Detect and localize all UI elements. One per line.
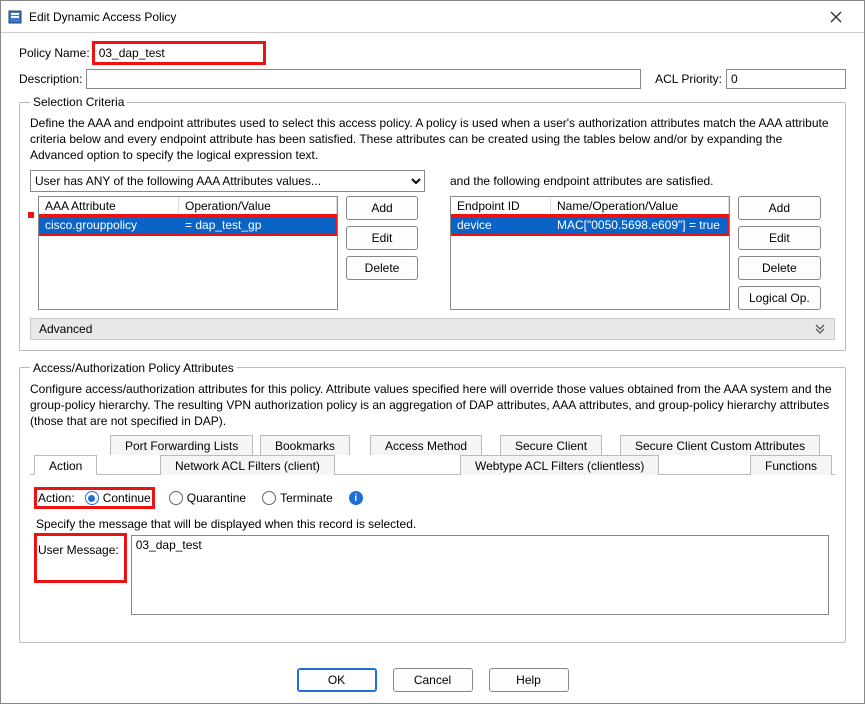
selection-criteria-legend: Selection Criteria xyxy=(30,95,127,109)
acl-priority-label: ACL Priority: xyxy=(655,72,722,86)
policy-name-row: Policy Name: xyxy=(19,43,846,63)
radio-quarantine-label: Quarantine xyxy=(187,491,246,505)
endpoint-delete-button[interactable]: Delete xyxy=(738,256,821,280)
aaa-button-col: Add Edit Delete xyxy=(346,196,418,280)
ep-cell-val: MAC["0050.5698.e609"] = true xyxy=(551,216,729,234)
aaa-delete-button[interactable]: Delete xyxy=(346,256,418,280)
app-icon xyxy=(7,9,23,25)
aaa-cell-op: = dap_test_gp xyxy=(179,216,337,234)
advanced-label: Advanced xyxy=(39,322,92,336)
radio-terminate-label: Terminate xyxy=(280,491,333,505)
endpoint-add-button[interactable]: Add xyxy=(738,196,821,220)
policy-description: Configure access/authorization attribute… xyxy=(30,381,835,430)
window-title: Edit Dynamic Access Policy xyxy=(29,10,816,24)
user-message-label: User Message: xyxy=(38,543,119,557)
endpoint-table-area: Endpoint ID Name/Operation/Value device … xyxy=(450,196,835,310)
aaa-attribute-table[interactable]: AAA Attribute Operation/Value cisco.grou… xyxy=(38,196,338,310)
titlebar: Edit Dynamic Access Policy xyxy=(1,1,864,33)
advanced-toggle[interactable]: Advanced xyxy=(30,318,835,340)
endpoint-column: and the following endpoint attributes ar… xyxy=(450,170,835,310)
aaa-mode-select[interactable]: User has ANY of the following AAA Attrib… xyxy=(30,170,425,192)
aaa-table-area: AAA Attribute Operation/Value cisco.grou… xyxy=(30,196,440,310)
radio-quarantine[interactable]: Quarantine xyxy=(169,491,246,505)
user-message-row: User Message: xyxy=(36,535,829,615)
endpoint-logicalop-button[interactable]: Logical Op. xyxy=(738,286,821,310)
description-label: Description: xyxy=(19,72,82,86)
endpoint-button-col: Add Edit Delete Logical Op. xyxy=(738,196,821,310)
dialog-footer: OK Cancel Help xyxy=(1,657,864,703)
help-button[interactable]: Help xyxy=(489,668,569,692)
aaa-row[interactable]: cisco.grouppolicy = dap_test_gp xyxy=(39,216,337,234)
tab-access-method[interactable]: Access Method xyxy=(370,435,482,455)
endpoint-and-text: and the following endpoint attributes ar… xyxy=(450,170,835,192)
dialog-window: Edit Dynamic Access Policy Policy Name: … xyxy=(0,0,865,704)
policy-attributes-group: Access/Authorization Policy Attributes C… xyxy=(19,361,846,643)
tab-secure-client[interactable]: Secure Client xyxy=(500,435,602,455)
chevron-down-icon xyxy=(814,323,826,335)
endpoint-edit-button[interactable]: Edit xyxy=(738,226,821,250)
cancel-button[interactable]: Cancel xyxy=(393,668,473,692)
policy-name-label: Policy Name: xyxy=(19,46,90,60)
ok-button[interactable]: OK xyxy=(297,668,377,692)
tab-strip: Port Forwarding Lists Bookmarks Access M… xyxy=(30,435,835,475)
endpoint-table[interactable]: Endpoint ID Name/Operation/Value device … xyxy=(450,196,730,310)
description-input[interactable] xyxy=(86,69,641,89)
info-icon[interactable]: i xyxy=(349,491,363,505)
aaa-col-operation: Operation/Value xyxy=(179,197,337,215)
criteria-row: User has ANY of the following AAA Attrib… xyxy=(30,170,835,310)
tab-secure-client-custom[interactable]: Secure Client Custom Attributes xyxy=(620,435,820,455)
tab-action[interactable]: Action xyxy=(34,455,97,475)
user-message-input[interactable] xyxy=(131,535,829,615)
selection-criteria-group: Selection Criteria Define the AAA and en… xyxy=(19,95,846,351)
endpoint-table-header: Endpoint ID Name/Operation/Value xyxy=(451,197,729,216)
selection-description: Define the AAA and endpoint attributes u… xyxy=(30,115,835,164)
aaa-column: User has ANY of the following AAA Attrib… xyxy=(30,170,440,310)
ep-col-id: Endpoint ID xyxy=(451,197,551,215)
policy-name-input[interactable] xyxy=(94,43,264,63)
aaa-edit-button[interactable]: Edit xyxy=(346,226,418,250)
action-label: Action: xyxy=(38,491,75,505)
radio-continue[interactable]: Continue xyxy=(85,491,151,505)
action-row: Action: Continue Quarantine Terminate i xyxy=(36,489,829,507)
tab-functions[interactable]: Functions xyxy=(750,455,832,475)
aaa-table-header: AAA Attribute Operation/Value xyxy=(39,197,337,216)
ep-cell-id: device xyxy=(451,216,551,234)
dialog-content: Policy Name: Description: ACL Priority: … xyxy=(1,33,864,657)
radio-continue-label: Continue xyxy=(103,491,151,505)
close-button[interactable] xyxy=(816,3,856,31)
tab-bookmarks[interactable]: Bookmarks xyxy=(260,435,350,455)
user-message-prompt: Specify the message that will be display… xyxy=(36,517,829,531)
tab-webtype-acl[interactable]: Webtype ACL Filters (clientless) xyxy=(460,455,659,475)
description-row: Description: ACL Priority: xyxy=(19,69,846,89)
tab-network-acl[interactable]: Network ACL Filters (client) xyxy=(160,455,335,475)
aaa-add-button[interactable]: Add xyxy=(346,196,418,220)
tab-port-forwarding[interactable]: Port Forwarding Lists xyxy=(110,435,253,455)
ep-col-val: Name/Operation/Value xyxy=(551,197,729,215)
acl-priority-input[interactable] xyxy=(726,69,846,89)
aaa-col-attribute: AAA Attribute xyxy=(39,197,179,215)
aaa-cell-attr: cisco.grouppolicy xyxy=(39,216,179,234)
endpoint-row[interactable]: device MAC["0050.5698.e609"] = true xyxy=(451,216,729,234)
policy-attributes-legend: Access/Authorization Policy Attributes xyxy=(30,361,237,375)
radio-terminate[interactable]: Terminate xyxy=(262,491,333,505)
